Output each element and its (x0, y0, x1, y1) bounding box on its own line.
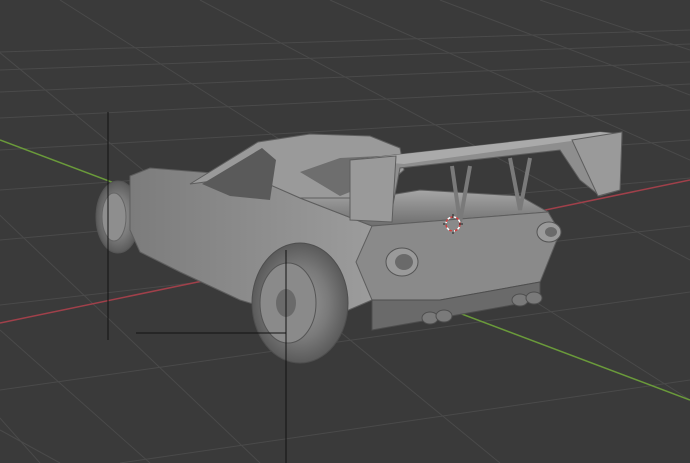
viewport-canvas[interactable] (0, 0, 690, 463)
wing-endplate-left (349, 155, 397, 223)
front-left-rim (101, 192, 127, 242)
left-tail-light-inner (395, 254, 413, 270)
right-tail-light-inner (545, 227, 557, 237)
3d-viewport[interactable] (0, 0, 690, 463)
race-car-mesh[interactable] (95, 131, 623, 364)
